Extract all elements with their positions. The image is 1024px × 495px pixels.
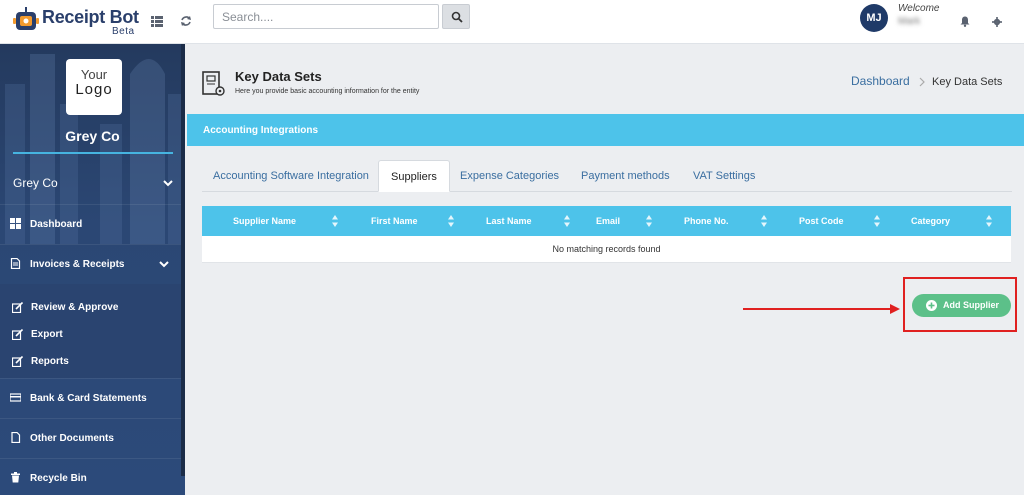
tab-payment-methods[interactable]: Payment methods	[569, 160, 682, 192]
breadcrumb-current: Key Data Sets	[932, 76, 1003, 88]
page-title: Key Data Sets	[235, 69, 322, 84]
sidebar-item-review-approve[interactable]: Review & Approve	[0, 297, 181, 321]
sidebar-item-recycle-bin[interactable]: Recycle Bin	[0, 458, 181, 495]
empty-table-message: No matching records found	[552, 244, 661, 254]
company-name: Grey Co	[65, 128, 120, 144]
list-view-icon[interactable]	[147, 12, 167, 32]
sidebar-item-invoices[interactable]: Invoices & Receipts	[0, 244, 181, 284]
divider	[13, 152, 173, 154]
app-logo[interactable]: Receipt Bot Beta	[12, 4, 142, 40]
column-header-last-name[interactable]: Last Name	[486, 206, 532, 236]
sort-icon[interactable]	[646, 215, 652, 227]
add-supplier-label: Add Supplier	[943, 300, 999, 310]
sort-icon[interactable]	[564, 215, 570, 227]
chevron-right-icon	[919, 77, 925, 87]
table-header: Supplier Name First Name Last Name Email…	[202, 206, 1011, 236]
chevron-down-icon[interactable]	[162, 177, 174, 189]
column-header-first-name[interactable]: First Name	[371, 206, 418, 236]
column-header-category[interactable]: Category	[911, 206, 950, 236]
tab-suppliers[interactable]: Suppliers	[378, 160, 450, 192]
column-header-post-code[interactable]: Post Code	[799, 206, 844, 236]
sidebar: Your Logo Grey Co Grey Co Dashboard Invo…	[0, 44, 185, 495]
chevron-down-icon	[159, 261, 169, 268]
credit-card-icon	[10, 393, 21, 402]
sort-icon[interactable]	[874, 215, 880, 227]
dashboard-icon	[10, 218, 21, 229]
sort-icon[interactable]	[761, 215, 767, 227]
sidebar-subitem-label: Export	[31, 329, 63, 340]
document-icon	[10, 258, 21, 269]
tab-vat-settings[interactable]: VAT Settings	[681, 160, 767, 192]
panel-header: Accounting Integrations	[187, 114, 1024, 146]
trash-icon	[11, 472, 20, 483]
file-icon	[11, 432, 21, 443]
username: Mark	[898, 16, 921, 27]
panel-title: Accounting Integrations	[203, 125, 318, 136]
bell-icon[interactable]	[955, 12, 975, 32]
annotation-arrow	[743, 304, 900, 314]
robot-logo-icon	[13, 7, 39, 30]
sidebar-subitem-label: Reports	[31, 356, 69, 367]
sidebar-item-label: Other Documents	[30, 433, 114, 444]
sidebar-item-label: Dashboard	[30, 219, 83, 230]
welcome-label: Welcome	[898, 3, 940, 14]
sidebar-item-export[interactable]: Export	[0, 324, 181, 348]
tab-accounting-software-integration[interactable]: Accounting Software Integration	[201, 160, 381, 192]
search-icon	[451, 11, 463, 23]
gear-icon[interactable]	[987, 12, 1007, 32]
sidebar-item-label: Bank & Card Statements	[30, 393, 147, 404]
suppliers-table: Supplier Name First Name Last Name Email…	[202, 206, 1011, 263]
tab-expense-categories[interactable]: Expense Categories	[448, 160, 571, 192]
sidebar-item-reports[interactable]: Reports	[0, 351, 181, 375]
column-header-supplier-name[interactable]: Supplier Name	[233, 206, 296, 236]
sidebar-item-label: Invoices & Receipts	[30, 259, 125, 270]
search-button[interactable]	[442, 4, 470, 29]
invoices-submenu: Review & Approve Export Reports	[0, 284, 181, 378]
company-logo: Your Logo	[66, 59, 122, 115]
column-header-phone[interactable]: Phone No.	[684, 206, 729, 236]
sort-icon[interactable]	[332, 215, 338, 227]
column-header-email[interactable]: Email	[596, 206, 620, 236]
add-supplier-button[interactable]: Add Supplier	[912, 294, 1011, 317]
avatar[interactable]: MJ	[860, 4, 888, 32]
external-link-icon	[12, 329, 23, 340]
sort-icon[interactable]	[986, 215, 992, 227]
external-link-icon	[12, 356, 23, 367]
logo-line1: Your	[80, 67, 108, 82]
sidebar-item-other-documents[interactable]: Other Documents	[0, 418, 181, 458]
refresh-icon[interactable]	[176, 12, 196, 32]
sidebar-item-dashboard[interactable]: Dashboard	[0, 204, 181, 244]
brand-name: Receipt Bot	[42, 7, 139, 27]
sort-icon[interactable]	[448, 215, 454, 227]
sidebar-subitem-label: Review & Approve	[31, 302, 119, 313]
plus-circle-icon	[926, 300, 937, 311]
key-data-settings-icon	[202, 71, 225, 96]
breadcrumb-dashboard[interactable]: Dashboard	[851, 74, 910, 88]
search-input[interactable]	[213, 4, 439, 29]
top-bar: Receipt Bot Beta MJ Welcome Mark	[0, 0, 1024, 44]
sidebar-item-label: Recycle Bin	[30, 473, 87, 484]
entity-selector[interactable]: Grey Co	[13, 176, 58, 190]
brand-sub: Beta	[112, 26, 135, 37]
edit-icon	[12, 302, 23, 313]
sidebar-scrollbar[interactable]	[181, 44, 185, 476]
table-row: No matching records found	[202, 236, 1011, 263]
logo-line2: Logo	[75, 81, 113, 98]
page-subtitle: Here you provide basic accounting inform…	[235, 88, 420, 95]
sidebar-item-bank-card-statements[interactable]: Bank & Card Statements	[0, 378, 181, 418]
